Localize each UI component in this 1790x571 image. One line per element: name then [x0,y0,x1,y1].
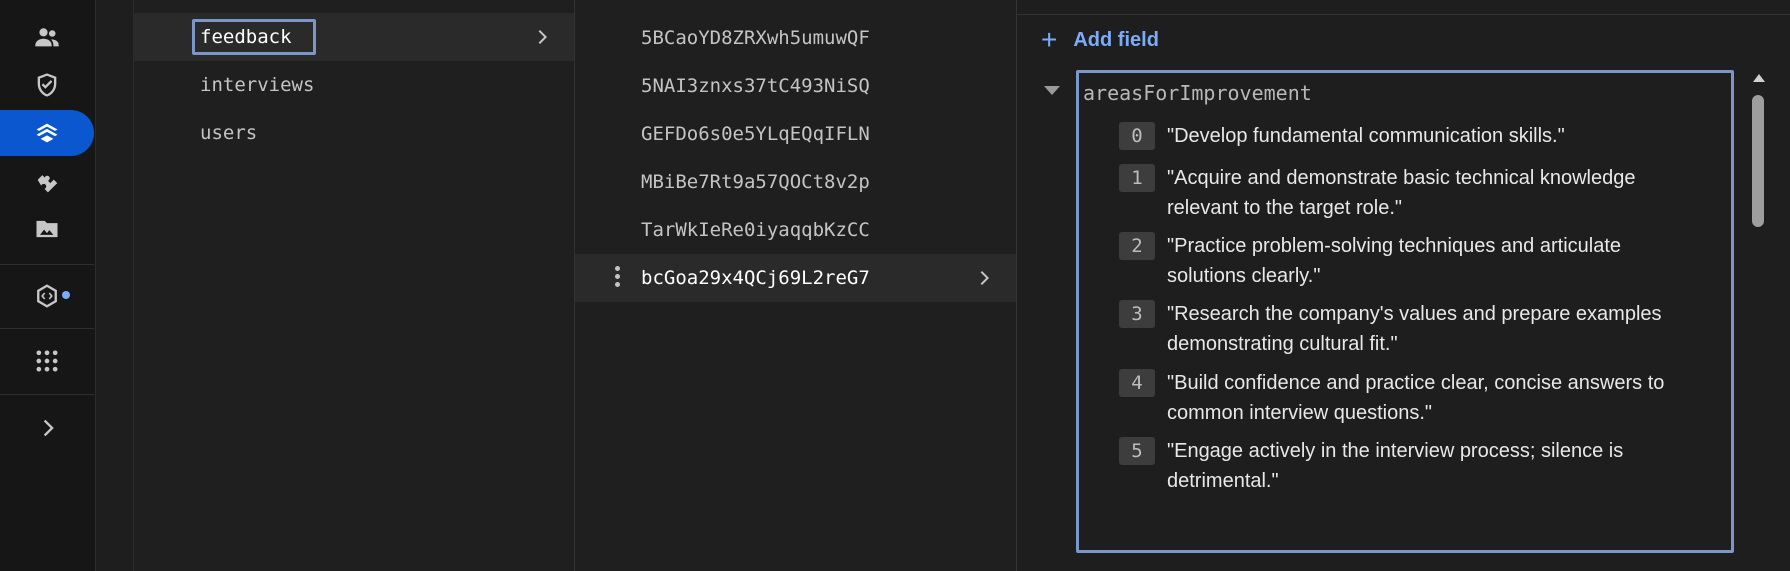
array-value: "Build confidence and practice clear, co… [1167,368,1664,428]
array-item[interactable]: 3 "Research the company's values and pre… [1119,299,1719,359]
expand-rail-button[interactable] [0,405,94,451]
array-item[interactable]: 0 "Develop fundamental communication ski… [1119,121,1719,151]
storage-image-icon [36,220,58,238]
panel-divider [1017,14,1790,15]
array-value-line: common interview questions." [1167,402,1432,424]
add-field-button[interactable]: + Add field [1041,26,1159,54]
genkit-nav-button[interactable] [0,273,94,319]
collection-label: feedback [200,26,292,48]
field-name: areasForImprovement [1083,81,1312,105]
plus-icon: + [1041,24,1058,55]
vertical-scrollbar[interactable] [1748,70,1768,571]
document-id: bcGoa29x4QCj69L2reG7 [641,267,870,289]
scroll-thumb[interactable] [1752,95,1764,227]
new-feature-dot [62,291,70,299]
firestore-nav-button[interactable] [0,110,94,156]
all-products-nav-button[interactable] [0,338,94,384]
array-value: "Engage actively in the interview proces… [1167,436,1623,496]
document-id: MBiBe7Rt9a57QOCt8v2p [641,171,870,193]
document-row[interactable]: TarWkIeRe0iyaqqbKzCC [575,206,1016,254]
chevron-right-icon [538,30,547,44]
document-row[interactable]: 5NAI3znxs37tC493NiSQ [575,62,1016,110]
authentication-nav-button[interactable] [0,14,94,60]
array-value: "Research the company's values and prepa… [1167,299,1662,359]
array-value-line: "Research the company's values and prepa… [1167,303,1662,325]
people-icon [35,28,59,47]
array-index: 1 [1119,164,1155,192]
array-item[interactable]: 2 "Practice problem-solving techniques a… [1119,231,1719,291]
rail-divider [0,394,94,395]
documents-panel: 5BCaoYD8ZRXwh5umuwQF 5NAI3znxs37tC493NiS… [574,0,1016,571]
app-check-nav-button[interactable] [0,62,94,108]
array-value-line: "Acquire and demonstrate basic technical… [1167,167,1636,189]
document-id: GEFDo6s0e5YLqEQqIFLN [641,123,870,145]
array-item[interactable]: 5 "Engage actively in the interview proc… [1119,436,1719,496]
array-value-line: "Practice problem-solving techniques and… [1167,235,1622,257]
firestore-icon [36,123,58,143]
array-index: 5 [1119,437,1155,465]
array-item[interactable]: 1 "Acquire and demonstrate basic technic… [1119,163,1719,223]
collapse-arrow-icon[interactable] [1044,86,1060,95]
array-index: 0 [1119,122,1155,150]
array-value: "Develop fundamental communication skill… [1167,121,1565,151]
array-field-editor[interactable]: areasForImprovement 0 "Develop fundament… [1076,70,1734,553]
chevron-right-icon [980,271,989,285]
array-value-line: relevant to the target role." [1167,197,1403,219]
array-item[interactable]: 4 "Build confidence and practice clear, … [1119,368,1719,428]
collection-label: interviews [200,74,315,96]
array-value-line: "Build confidence and practice clear, co… [1167,372,1665,394]
array-value-line: "Develop fundamental communication skill… [1167,125,1565,147]
scroll-up-arrow-icon[interactable] [1753,74,1765,82]
rail-divider [0,328,94,329]
collection-row-feedback[interactable]: feedback [134,13,574,61]
chevron-right-icon [43,419,54,437]
array-value-line: demonstrating cultural fit." [1167,333,1398,355]
collections-panel: feedback interviews users [133,0,574,571]
array-index: 4 [1119,369,1155,397]
document-id: TarWkIeRe0iyaqqbKzCC [641,219,870,241]
document-row[interactable]: GEFDo6s0e5YLqEQqIFLN [575,110,1016,158]
document-row[interactable]: 5BCaoYD8ZRXwh5umuwQF [575,14,1016,62]
collection-row-interviews[interactable]: interviews [134,61,574,109]
rail-divider [0,264,94,265]
array-value-line: solutions clearly." [1167,265,1321,287]
document-row[interactable]: MBiBe7Rt9a57QOCt8v2p [575,158,1016,206]
apps-grid-icon [36,350,58,372]
array-value: "Acquire and demonstrate basic technical… [1167,163,1636,223]
array-index: 3 [1119,300,1155,328]
left-nav-rail [0,0,96,571]
storage-nav-button[interactable] [0,206,94,252]
array-value-line: detrimental." [1167,470,1279,492]
shield-check-icon [37,73,57,97]
collection-label: users [200,122,258,144]
fields-panel: + Add field areasForImprovement 0 "Devel… [1016,0,1790,571]
add-field-label: Add field [1073,28,1159,51]
array-value: "Practice problem-solving techniques and… [1167,231,1621,291]
document-id: 5NAI3znxs37tC493NiSQ [641,75,870,97]
extensions-icon [37,175,58,193]
more-vert-icon[interactable] [615,266,621,290]
array-index: 2 [1119,232,1155,260]
document-id: 5BCaoYD8ZRXwh5umuwQF [641,27,870,49]
extensions-nav-button[interactable] [0,158,94,204]
genkit-icon [37,284,57,308]
collection-row-users[interactable]: users [134,109,574,157]
document-row-selected[interactable]: bcGoa29x4QCj69L2reG7 [575,254,1016,302]
array-value-line: "Engage actively in the interview proces… [1167,440,1624,462]
